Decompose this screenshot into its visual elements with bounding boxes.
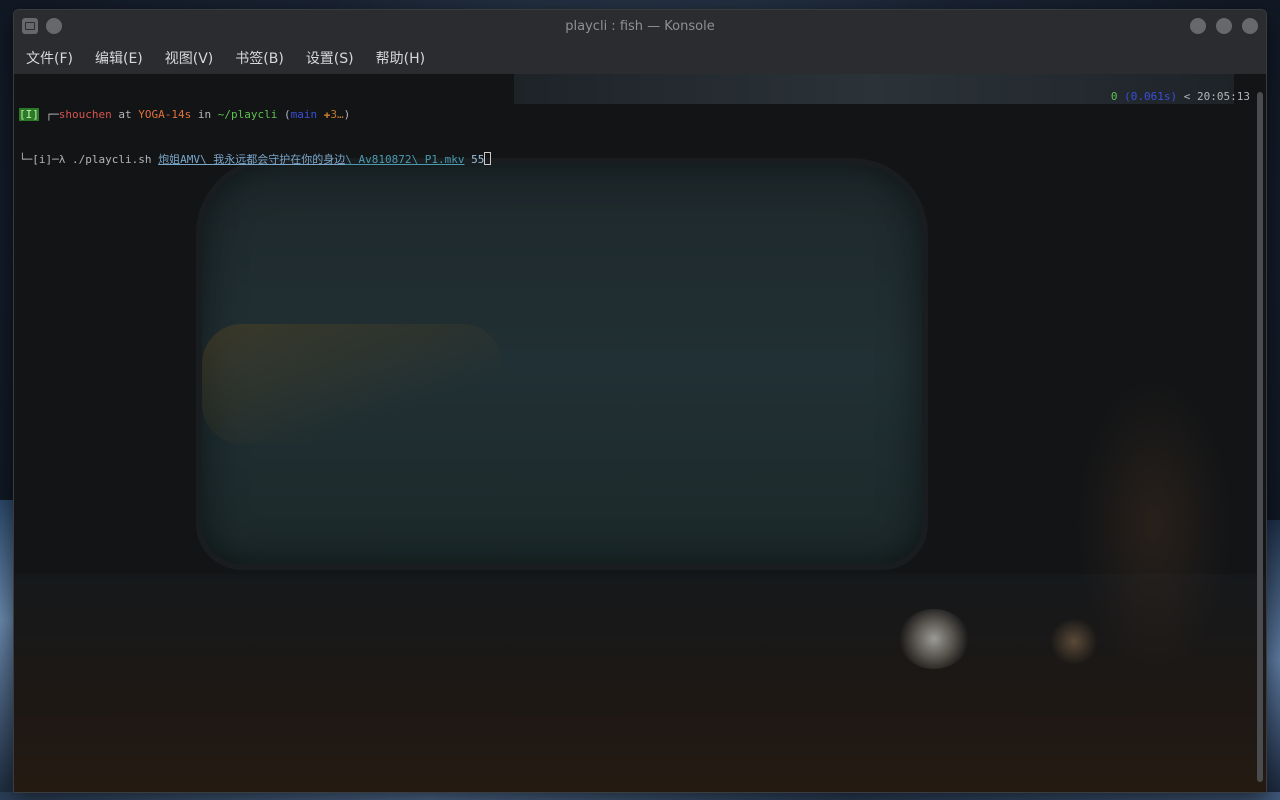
minimize-button[interactable] — [1190, 18, 1206, 34]
pin-button[interactable] — [46, 18, 62, 34]
menu-help[interactable]: 帮助(H) — [376, 44, 435, 72]
command-arg-filename: 炮姐AMV\ 我永远都会守护在你的身边 — [158, 153, 346, 166]
prompt-git-status: ✚3… — [317, 108, 344, 121]
background-scene-glow — [1074, 374, 1234, 674]
prompt-clock: < 20:05:13 — [1177, 90, 1250, 103]
command-arg-filename-tail: \ Av810872\ P1.mkv — [345, 153, 465, 166]
prompt-lambda: ─λ — [52, 153, 72, 166]
konsole-window: playcli : fish — Konsole 文件(F) 编辑(E) 视图(… — [13, 9, 1267, 793]
exit-status: 0 — [1110, 90, 1118, 103]
command-name: ./playcli.sh — [72, 153, 152, 166]
wallpaper-bottom — [0, 792, 1280, 800]
terminal-scrollbar[interactable] — [1257, 92, 1263, 782]
vi-mode-insert: [i] — [32, 153, 53, 166]
background-scene-lamp — [899, 609, 969, 669]
terminal-view[interactable]: [I] ┌─shouchen at YOGA-14s in ~/playcli … — [14, 74, 1266, 792]
prompt-path: ~/playcli — [217, 108, 278, 121]
prompt-line-2: └─[i]─λ ./playcli.sh 炮姐AMV\ 我永远都会守护在你的身边… — [19, 152, 1239, 167]
prompt-corner-top: ┌─ — [45, 108, 59, 121]
background-scene-streak — [202, 324, 502, 444]
vi-mode-indicator: [I] — [19, 108, 39, 121]
text-cursor — [484, 152, 492, 165]
command-arg-number: 55 — [464, 153, 485, 166]
prompt-at: at — [111, 108, 139, 121]
menu-bar: 文件(F) 编辑(E) 视图(V) 书签(B) 设置(S) 帮助(H) — [14, 42, 1266, 74]
background-scene-lamp-small — [1049, 619, 1099, 664]
right-prompt: 0 (0.061s) < 20:05:13 — [1111, 89, 1250, 104]
prompt-in: in — [191, 108, 218, 121]
prompt-host: YOGA-14s — [138, 108, 192, 121]
menu-view[interactable]: 视图(V) — [165, 44, 224, 72]
terminal-output: [I] ┌─shouchen at YOGA-14s in ~/playcli … — [19, 77, 1239, 197]
prompt-close-paren: ) — [343, 108, 351, 121]
prompt-open-paren: ( — [277, 108, 291, 121]
prompt-line-1: [I] ┌─shouchen at YOGA-14s in ~/playcli … — [19, 107, 1239, 122]
command-duration: (0.061s) — [1117, 90, 1178, 103]
title-bar[interactable]: playcli : fish — Konsole — [14, 10, 1266, 42]
menu-edit[interactable]: 编辑(E) — [95, 44, 153, 72]
close-button[interactable] — [1242, 18, 1258, 34]
prompt-corner-bottom: └─ — [19, 153, 33, 166]
konsole-app-icon[interactable] — [22, 18, 38, 34]
menu-settings[interactable]: 设置(S) — [306, 44, 364, 72]
menu-file[interactable]: 文件(F) — [26, 44, 83, 72]
prompt-git-branch: main — [290, 108, 318, 121]
maximize-button[interactable] — [1216, 18, 1232, 34]
window-title: playcli : fish — Konsole — [565, 18, 715, 34]
menu-bookmarks[interactable]: 书签(B) — [235, 44, 294, 72]
prompt-user: shouchen — [58, 108, 112, 121]
